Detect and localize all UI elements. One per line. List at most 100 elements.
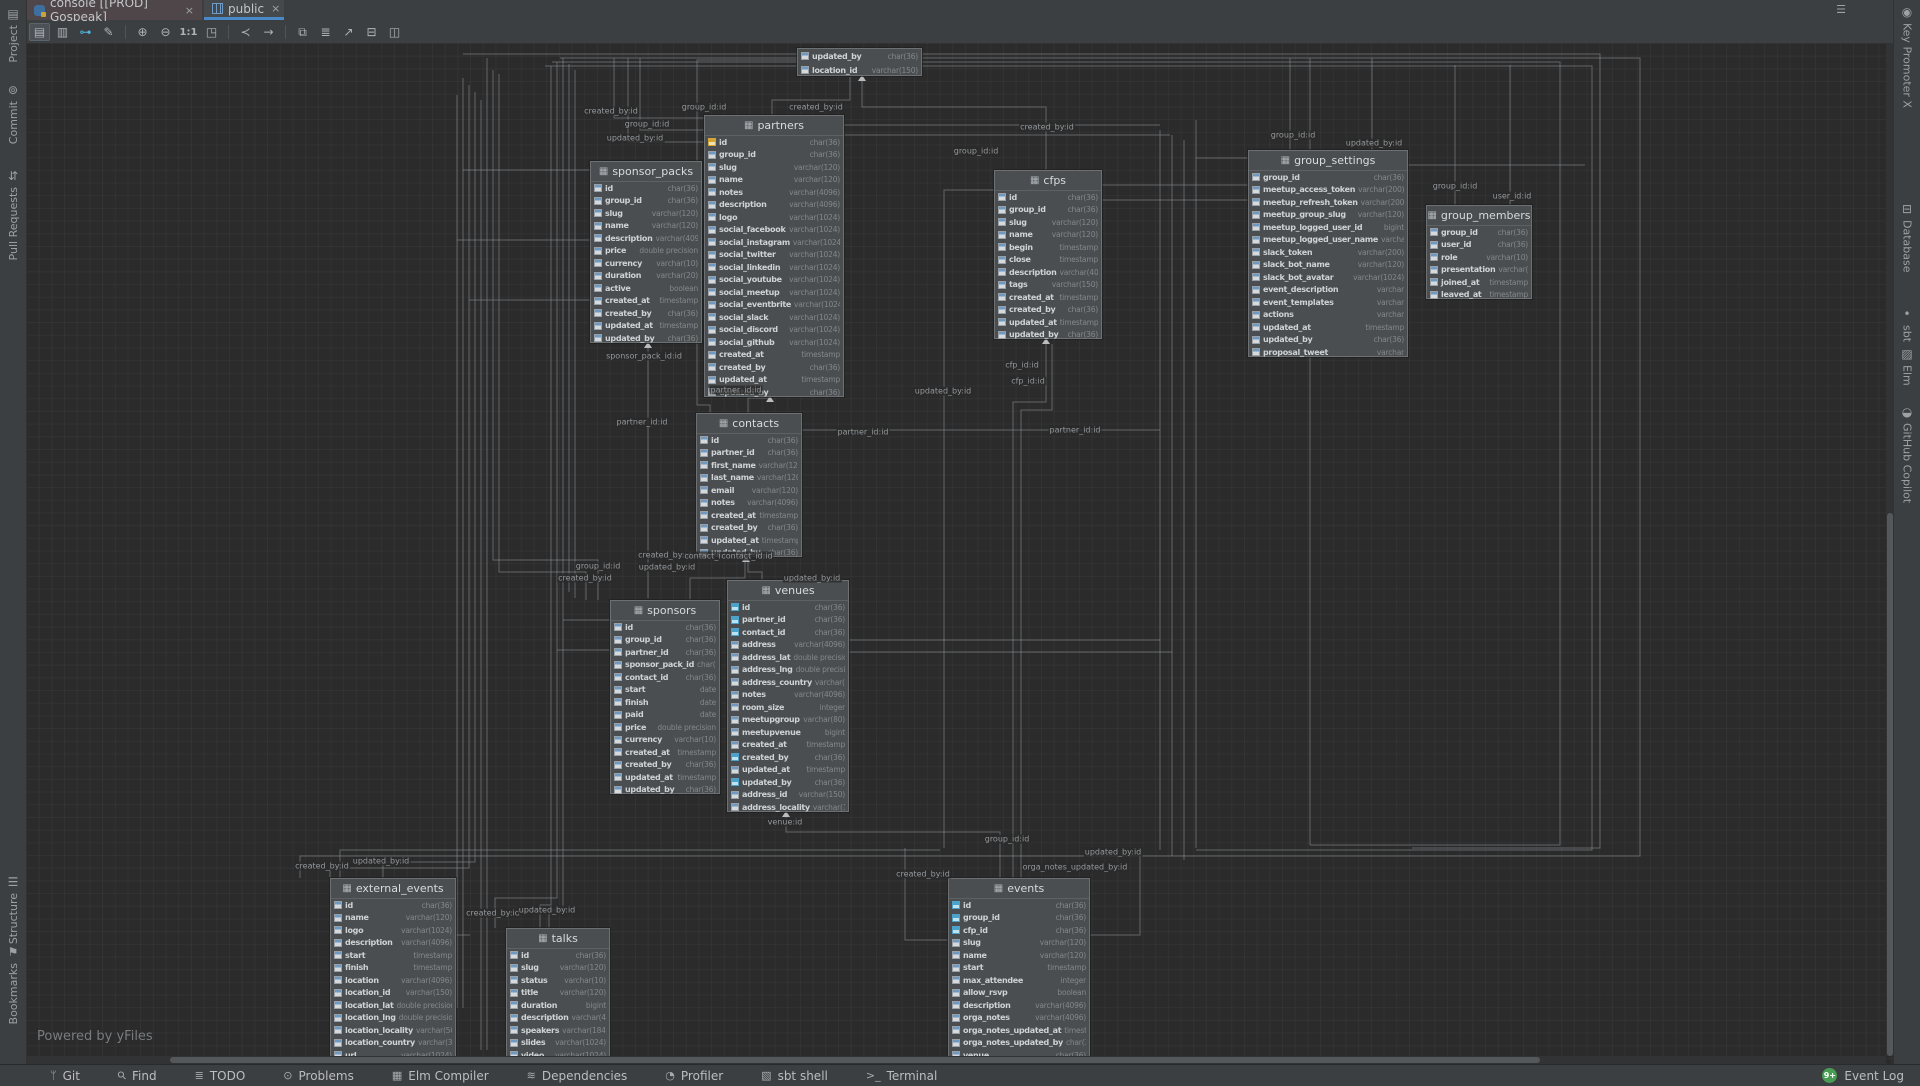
column-row[interactable]: statusvarchar(10): [507, 974, 609, 987]
tool-window-button-key-promoter-x[interactable]: ◉Key Promoter X: [1894, 6, 1920, 108]
column-row[interactable]: created_bychar(36): [697, 522, 801, 535]
column-row[interactable]: pricedouble precision: [611, 721, 719, 734]
relationship-edge[interactable]: [628, 58, 704, 142]
column-row[interactable]: slugvarchar(120): [591, 207, 701, 220]
column-row[interactable]: created_attimestamp: [611, 746, 719, 759]
column-row[interactable]: address_localityvarchar(150): [728, 801, 848, 814]
db-table-events[interactable]: ▦eventsidchar(36)group_idchar(36)cfp_idc…: [948, 878, 1090, 1064]
relationship-edge[interactable]: [383, 92, 475, 878]
column-row[interactable]: descriptionvarchar(4096): [507, 1012, 609, 1025]
column-row[interactable]: logovarchar(1024): [331, 924, 455, 937]
horizontal-scrollbar[interactable]: [26, 1056, 1886, 1064]
column-row[interactable]: descriptionvarchar(4096): [705, 199, 843, 212]
db-table-group_members[interactable]: ▦group_membersgroup_idchar(36)user_idcha…: [1426, 205, 1532, 299]
column-row[interactable]: idchar(36): [591, 182, 701, 195]
column-row[interactable]: updated_bychar(36): [1249, 334, 1407, 347]
column-row[interactable]: updated_bychar(36): [798, 49, 921, 63]
fit-content-button[interactable]: ◳: [201, 23, 222, 41]
column-row[interactable]: meetup_group_slugvarchar(120): [1249, 209, 1407, 222]
column-row[interactable]: meetup_access_tokenvarchar(200): [1249, 184, 1407, 197]
column-row[interactable]: social_eventbritevarchar(1024): [705, 299, 843, 312]
column-row[interactable]: created_bychar(36): [611, 759, 719, 772]
profiler-widget[interactable]: ◔Profiler: [665, 1069, 723, 1083]
column-row[interactable]: currencyvarchar(10): [611, 734, 719, 747]
relationship-edge[interactable]: [905, 848, 948, 940]
relationship-edge[interactable]: [944, 190, 994, 848]
merge-edges-button[interactable]: ≺: [235, 23, 256, 41]
column-row[interactable]: slack_bot_namevarchar(120): [1249, 259, 1407, 272]
column-row[interactable]: idchar(36): [995, 191, 1101, 204]
column-row[interactable]: social_githubvarchar(1024): [705, 336, 843, 349]
column-row[interactable]: address_idvarchar(150): [728, 789, 848, 802]
copy-diagram-button[interactable]: ⧉: [292, 23, 313, 41]
column-row[interactable]: slugvarchar(120): [507, 962, 609, 975]
column-row[interactable]: namevarchar(120): [705, 174, 843, 187]
column-row[interactable]: idchar(36): [507, 949, 609, 962]
column-row[interactable]: social_linkedinvarchar(1024): [705, 261, 843, 274]
elm-compiler-widget[interactable]: ▦Elm Compiler: [392, 1069, 489, 1083]
column-row[interactable]: proposal_tweetvarchar: [1249, 346, 1407, 359]
column-row[interactable]: last_namevarchar(120): [697, 472, 801, 485]
db-table-cfps[interactable]: ▦cfpsidchar(36)group_idchar(36)slugvarch…: [994, 170, 1102, 339]
column-row[interactable]: notesvarchar(4096): [697, 497, 801, 510]
table-header[interactable]: ▦sponsors: [611, 601, 719, 621]
column-row[interactable]: social_discordvarchar(1024): [705, 324, 843, 337]
tool-window-button-github-copilot[interactable]: ◒GitHub Copilot: [1894, 406, 1920, 503]
column-row[interactable]: locationvarchar(4096): [331, 974, 455, 987]
table-header[interactable]: ▦sponsor_packs: [591, 162, 701, 182]
column-row[interactable]: idchar(36): [705, 136, 843, 149]
column-row[interactable]: speakersvarchar(184): [507, 1024, 609, 1037]
column-row[interactable]: idchar(36): [611, 621, 719, 634]
table-header[interactable]: ▦contacts: [697, 414, 801, 434]
column-row[interactable]: created_bychar(36): [995, 304, 1101, 317]
column-row[interactable]: finishtimestamp: [331, 962, 455, 975]
column-row[interactable]: notesvarchar(4096): [705, 186, 843, 199]
event-log-widget[interactable]: 9+ Event Log: [1822, 1068, 1904, 1083]
column-row[interactable]: pricedouble precision: [591, 245, 701, 258]
column-row[interactable]: paiddate: [611, 709, 719, 722]
column-row[interactable]: location_lngdouble precision: [331, 1012, 455, 1025]
column-row[interactable]: updated_bychar(36): [611, 784, 719, 797]
close-icon[interactable]: ×: [185, 4, 194, 17]
column-row[interactable]: slugvarchar(120): [949, 937, 1089, 950]
column-row[interactable]: addressvarchar(4096): [728, 639, 848, 652]
column-row[interactable]: group_idchar(36): [611, 634, 719, 647]
column-row[interactable]: updated_attimestamp: [697, 534, 801, 547]
diagram-canvas[interactable]: created_by:idgroup_id:idupdated_by:idgro…: [26, 43, 1894, 1064]
relationship-edge[interactable]: [493, 70, 598, 600]
db-table-sponsor_packs[interactable]: ▦sponsor_packsidchar(36)group_idchar(36)…: [590, 161, 702, 343]
relationship-edge[interactable]: [340, 850, 940, 878]
column-row[interactable]: durationvarchar(20): [591, 270, 701, 283]
column-row[interactable]: updated_attimestamp: [1249, 321, 1407, 334]
column-row[interactable]: starttimestamp: [949, 962, 1089, 975]
column-row[interactable]: startdate: [611, 684, 719, 697]
column-row[interactable]: allow_rsvpboolean: [949, 987, 1089, 1000]
column-row[interactable]: leaved_attimestamp: [1427, 289, 1531, 302]
column-row[interactable]: created_attimestamp: [705, 349, 843, 362]
column-row[interactable]: social_youtubevarchar(1024): [705, 274, 843, 287]
tool-window-button-pull-requests[interactable]: ⇵Pull Requests: [0, 170, 26, 260]
table-header[interactable]: ▦group_members: [1427, 206, 1531, 226]
comment-toggle[interactable]: ✎: [98, 23, 119, 41]
column-row[interactable]: descriptionvarchar(4096): [995, 266, 1101, 279]
column-row[interactable]: updated_bychar(36): [591, 332, 701, 345]
relationship-edge[interactable]: [499, 74, 586, 600]
column-row[interactable]: address_lngdouble precision: [728, 664, 848, 677]
column-row[interactable]: starttimestamp: [331, 949, 455, 962]
column-row[interactable]: rolevarchar(10): [1427, 251, 1531, 264]
column-row[interactable]: namevarchar(120): [331, 912, 455, 925]
column-row[interactable]: durationbigint: [507, 999, 609, 1012]
column-row[interactable]: partner_idchar(36): [697, 447, 801, 460]
column-row[interactable]: namevarchar(120): [995, 229, 1101, 242]
tool-window-button-structure[interactable]: ☰Structure: [0, 876, 26, 944]
table-header[interactable]: ▦venues: [728, 581, 848, 601]
horizontal-scrollbar-thumb[interactable]: [170, 1057, 1540, 1063]
db-table-users[interactable]: updated_bychar(36)location_idvarchar(150…: [797, 48, 922, 76]
column-row[interactable]: actionsvarchar: [1249, 309, 1407, 322]
table-header[interactable]: ▦talks: [507, 929, 609, 949]
column-row[interactable]: logovarchar(1024): [705, 211, 843, 224]
primary-key-toggle[interactable]: ⊶: [75, 23, 96, 41]
column-row[interactable]: created_bychar(36): [591, 307, 701, 320]
db-table-partners[interactable]: ▦partnersidchar(36)group_idchar(36)slugv…: [704, 115, 844, 397]
column-row[interactable]: joined_attimestamp: [1427, 276, 1531, 289]
